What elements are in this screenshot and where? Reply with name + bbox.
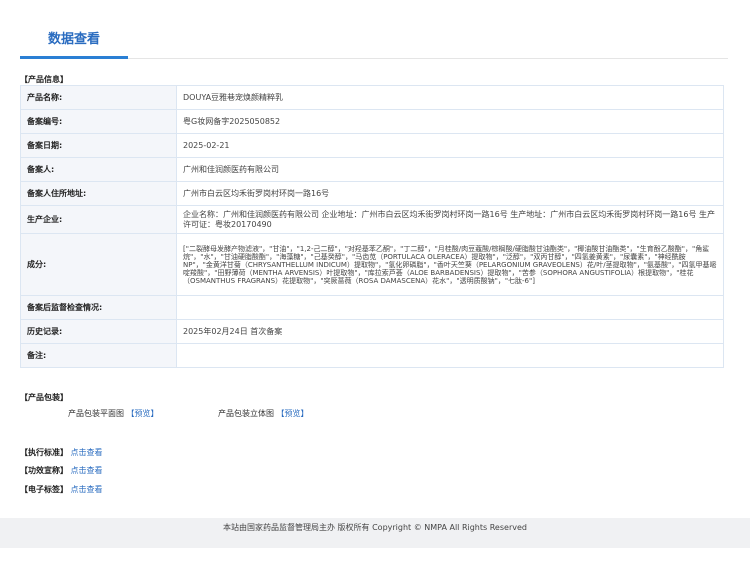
efficacy-view-link[interactable]: 点击查看 <box>71 466 103 475</box>
efficacy-row: 【功效宣称】 点击查看 <box>20 465 103 476</box>
section-packaging: 【产品包装】 <box>20 393 68 402</box>
row-key: 备注: <box>20 343 177 368</box>
row-value <box>176 343 724 368</box>
section-product-info: 【产品信息】 <box>20 75 68 84</box>
e-label-label: 【电子标签】 <box>20 485 68 494</box>
table-row: 产品名称: DOUYA豆雅巷宠焕颜精粹乳 <box>20 85 724 110</box>
e-label-view-link[interactable]: 点击查看 <box>71 485 103 494</box>
row-value: DOUYA豆雅巷宠焕颜精粹乳 <box>176 85 724 110</box>
table-row: 备案人住所地址: 广州市白云区均禾街罗岗村环岗一路16号 <box>20 181 724 206</box>
table-row: 成分: ["二裂酵母发酵产物滤液"，"甘油"，"1,2-己二醇"，"对羟基苯乙酮… <box>20 233 724 296</box>
row-key: 生产企业: <box>20 205 177 234</box>
table-row: 生产企业: 企业名称：广州和佳润颜医药有限公司 企业地址：广州市白云区均禾街罗岗… <box>20 205 724 234</box>
packaging-flat-label: 产品包装平面图 <box>68 409 124 418</box>
table-row: 备案日期: 2025-02-21 <box>20 133 724 158</box>
row-value <box>176 295 724 320</box>
table-row: 备注: <box>20 343 724 368</box>
standard-label: 【执行标准】 <box>20 448 68 457</box>
row-value: 企业名称：广州和佳润颜医药有限公司 企业地址：广州市白云区均禾街罗岗村环岗一路1… <box>176 205 724 234</box>
row-key: 备案编号: <box>20 109 177 134</box>
row-key: 成分: <box>20 233 177 296</box>
table-row: 备案后监督检查情况: <box>20 295 724 320</box>
row-value: 粤G妆网备字2025050852 <box>176 109 724 134</box>
packaging-solid: 产品包装立体图 【预览】 <box>218 408 309 419</box>
row-value: 广州和佳润颜医药有限公司 <box>176 157 724 182</box>
row-value: 广州市白云区均禾街罗岗村环岗一路16号 <box>176 181 724 206</box>
row-value: 2025年02月24日 首次备案 <box>176 319 724 344</box>
standard-view-link[interactable]: 点击查看 <box>71 448 103 457</box>
row-key: 备案日期: <box>20 133 177 158</box>
row-key: 备案后监督检查情况: <box>20 295 177 320</box>
packaging-solid-preview-link[interactable]: 【预览】 <box>277 409 309 418</box>
product-info-table: 产品名称: DOUYA豆雅巷宠焕颜精粹乳 备案编号: 粤G妆网备字2025050… <box>20 85 724 368</box>
label-row: 【电子标签】 点击查看 <box>20 484 103 495</box>
packaging-flat: 产品包装平面图 【预览】 <box>68 408 159 419</box>
table-row: 备案编号: 粤G妆网备字2025050852 <box>20 109 724 134</box>
row-key: 产品名称: <box>20 85 177 110</box>
table-row: 历史记录: 2025年02月24日 首次备案 <box>20 319 724 344</box>
row-value: ["二裂酵母发酵产物滤液"，"甘油"，"1,2-己二醇"，"对羟基苯乙酮"，"丁… <box>176 233 724 296</box>
row-key: 备案人住所地址: <box>20 181 177 206</box>
tab-data-view[interactable]: 数据查看 <box>20 22 128 59</box>
footer: 本站由国家药品监督管理局主办 版权所有 Copyright © NMPA All… <box>0 518 750 548</box>
row-key: 历史记录: <box>20 319 177 344</box>
tab-bar: 数据查看 <box>20 22 728 59</box>
standard-row: 【执行标准】 点击查看 <box>20 447 103 458</box>
packaging-flat-preview-link[interactable]: 【预览】 <box>127 409 159 418</box>
row-value: 2025-02-21 <box>176 133 724 158</box>
table-row: 备案人: 广州和佳润颜医药有限公司 <box>20 157 724 182</box>
packaging-solid-label: 产品包装立体图 <box>218 409 274 418</box>
row-key: 备案人: <box>20 157 177 182</box>
efficacy-label: 【功效宣称】 <box>20 466 68 475</box>
